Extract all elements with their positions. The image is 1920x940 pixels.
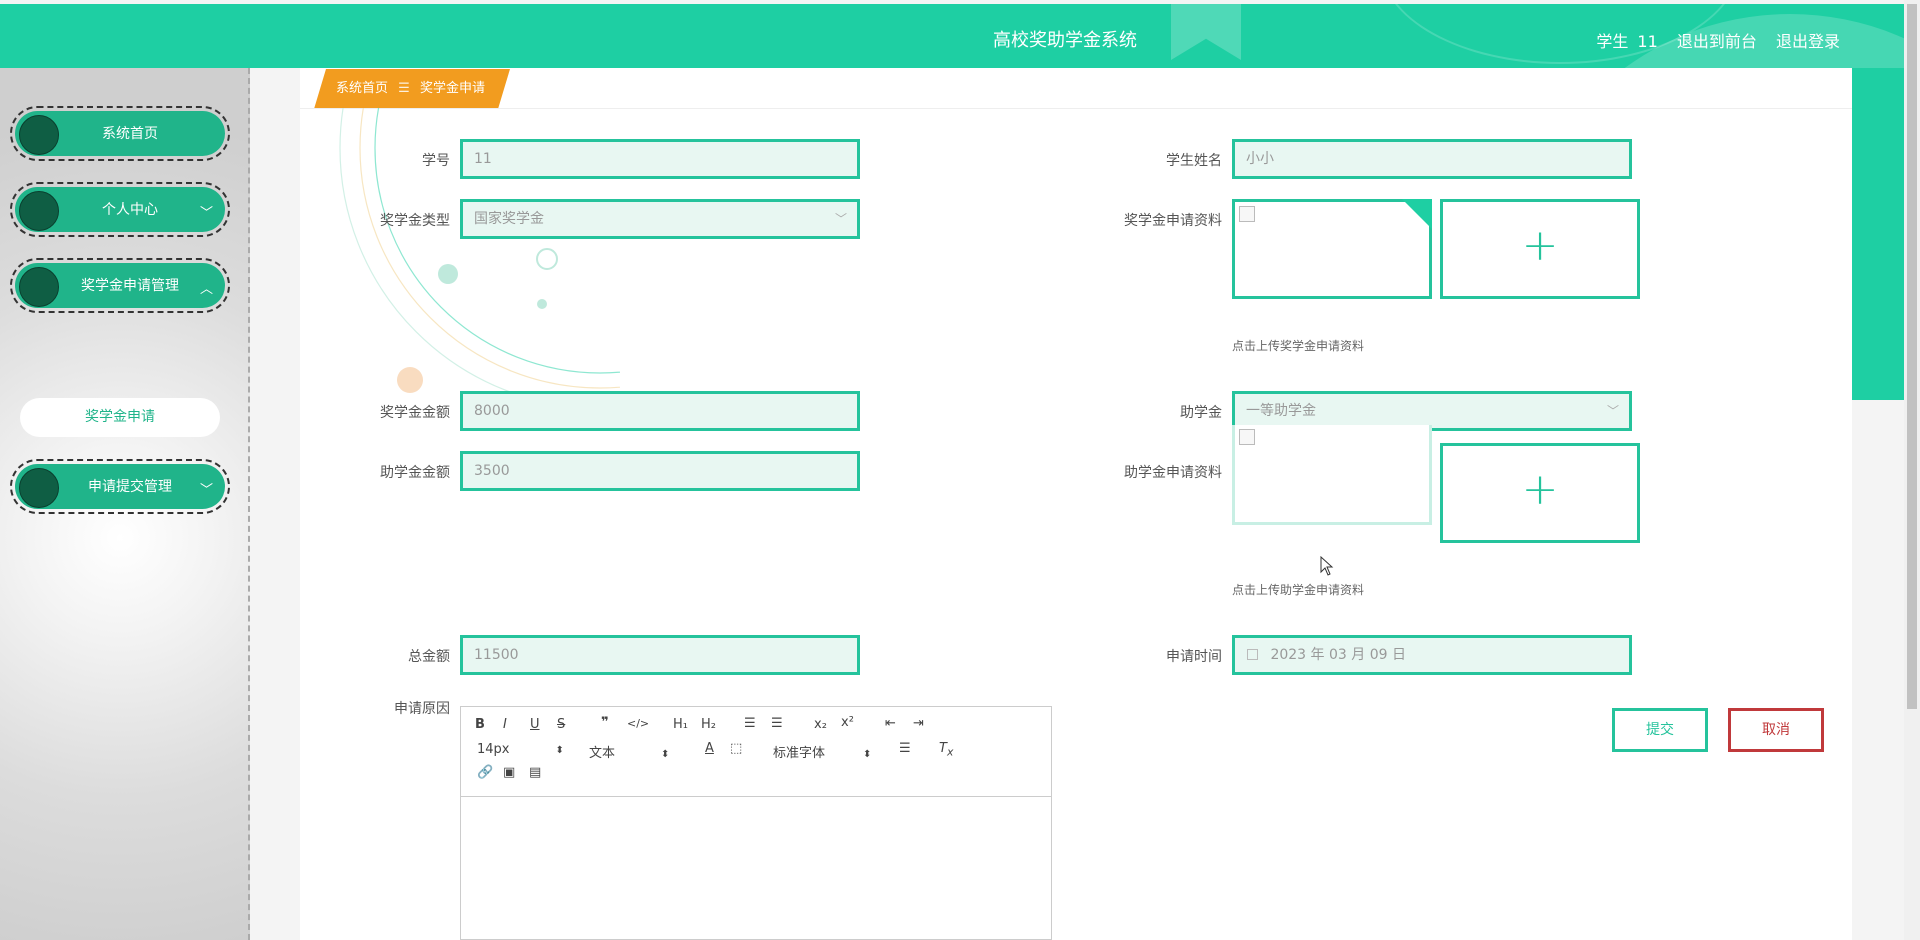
outdent-icon[interactable]: ⇤ [885,716,896,731]
grant-amount-label: 助学金金额 [380,465,450,481]
cancel-button[interactable]: 取消 [1728,708,1824,752]
font-size-value: 14px [477,742,510,757]
total-amount-field[interactable]: 11500 [460,635,860,675]
user-label: 学生 11 [1596,32,1658,51]
plus-icon: + [1521,220,1559,271]
font-size-select[interactable]: 14px ⬍ [477,742,564,757]
scholarship-material-upload-button[interactable]: + [1440,199,1640,299]
video-icon[interactable]: ▤ [529,765,541,780]
broken-image-icon [1239,206,1255,222]
editor-toolbar: B I U S ❞ </> H₁ H₂ ☰ ☰ x₂ x² ⇤ ⇥ 14px ⬍ … [461,707,1051,797]
superscript-icon[interactable]: x² [841,715,854,730]
student-name-field[interactable]: 小小 [1232,139,1632,179]
image-icon[interactable]: ▣ [503,765,515,780]
sidebar-item-profile[interactable]: 个人中心 ﹀ [10,182,230,237]
bullet-list-icon[interactable]: ☰ [771,716,783,731]
submit-button[interactable]: 提交 [1612,708,1708,752]
grant-value: 一等助学金 [1246,403,1316,419]
italic-icon[interactable]: I [503,717,507,732]
menu-dot-icon [19,468,59,508]
sidebar-item-home[interactable]: 系统首页 [10,106,230,161]
mouse-cursor-icon [1320,556,1334,576]
corner-badge [1402,199,1432,229]
breadcrumb-home[interactable]: 系统首页 [336,81,388,96]
blockquote-icon[interactable]: ❞ [601,715,609,730]
broken-image-icon [1239,429,1255,445]
reason-editor: B I U S ❞ </> H₁ H₂ ☰ ☰ x₂ x² ⇤ ⇥ 14px ⬍ … [460,706,1052,940]
reason-label: 申请原因 [394,701,450,717]
apply-time-value: 2023 年 03 月 09 日 [1270,647,1406,663]
scrollbar-thumb[interactable] [1907,4,1917,709]
student-id-field[interactable]: 11 [460,139,860,179]
grant-material-label: 助学金申请资料 [1124,465,1222,481]
scholarship-amount-label: 奖学金金额 [380,405,450,421]
editor-content-area[interactable] [461,797,1051,940]
sidebar-item-label: 个人中心 [102,202,158,218]
font-family-select[interactable]: 标准字体 ⬍ [773,742,871,761]
background-color-icon[interactable]: ⬚ [730,741,742,756]
scholarship-amount-field[interactable]: 8000 [460,391,860,431]
grant-amount-field[interactable]: 3500 [460,451,860,491]
scholarship-material-thumbnail[interactable] [1232,199,1432,299]
text-style-value: 文本 [589,746,616,761]
apply-time-label: 申请时间 [1166,649,1222,665]
scholarship-type-label: 奖学金类型 [380,213,450,229]
sidebar-item-label: 申请提交管理 [88,479,172,495]
page-scrollbar[interactable] [1904,0,1920,940]
breadcrumb: 系统首页 ☰ 奖学金申请 [314,69,510,109]
subscript-icon[interactable]: x₂ [814,717,827,732]
grant-material-upload-button[interactable]: + [1440,443,1640,543]
heading2-icon[interactable]: H₂ [701,717,716,732]
calendar-icon [1247,649,1258,660]
link-icon[interactable]: 🔗 [477,765,493,780]
chevron-down-icon: ﹀ [199,206,213,221]
apply-time-field[interactable]: 2023 年 03 月 09 日 [1232,635,1632,675]
scholarship-type-value: 国家奖学金 [474,211,544,227]
chevron-down-icon: ﹀ [1606,404,1619,418]
menu-dot-icon [19,267,59,307]
indent-icon[interactable]: ⇥ [913,716,924,731]
grant-label: 助学金 [1180,405,1222,421]
exit-to-front-link[interactable]: 退出到前台 [1677,32,1757,51]
align-icon[interactable]: ☰ [899,741,911,756]
chevron-down-icon: ﹀ [834,212,847,226]
grant-material-hint: 点击上传助学金申请资料 [1232,583,1365,597]
plus-icon: + [1521,464,1559,515]
sidebar-item-label: 奖学金申请管理 [81,278,179,294]
total-amount-label: 总金额 [408,649,450,665]
menu-icon: ☰ [398,81,410,96]
student-name-label: 学生姓名 [1166,153,1222,169]
text-style-select[interactable]: 文本 ⬍ [589,742,669,761]
scholarship-type-select[interactable]: 国家奖学金 ﹀ [460,199,860,239]
sidebar-item-scholarship-management[interactable]: 奖学金申请管理 ︿ [10,258,230,313]
logout-link[interactable]: 退出登录 [1776,32,1840,51]
ordered-list-icon[interactable]: ☰ [744,716,756,731]
underline-icon[interactable]: U [530,717,540,732]
strike-icon[interactable]: S [557,717,565,732]
sidebar-item-label: 系统首页 [102,126,158,142]
font-color-icon[interactable]: A [705,741,714,756]
sidebar-subitem-scholarship-apply[interactable]: 奖学金申请 [20,398,220,437]
student-id-label: 学号 [422,153,450,169]
sidebar-item-submission-management[interactable]: 申请提交管理 ﹀ [10,459,230,514]
menu-dot-icon [19,115,59,155]
user-area: 学生 11 退出到前台 退出登录 [1586,28,1840,52]
menu-dot-icon [19,191,59,231]
top-header: 高校奖助学金系统 学生 11 退出到前台 退出登录 [0,4,1904,68]
grant-material-thumbnail[interactable] [1232,425,1432,525]
sidebar: 系统首页 个人中心 ﹀ 奖学金申请管理 ︿ 奖学金申请 申请提交管理 ﹀ [0,68,250,940]
heading1-icon[interactable]: H₁ [673,717,688,732]
chevron-up-icon: ︿ [199,282,213,297]
scholarship-material-hint: 点击上传奖学金申请资料 [1232,339,1365,353]
bold-icon[interactable]: B [475,717,485,732]
scholarship-material-label: 奖学金申请资料 [1124,213,1222,229]
form-card: 系统首页 ☰ 奖学金申请 学号 11 奖学金类型 国家奖学金 ﹀ 奖学金金额 8… [300,68,1852,940]
chevron-down-icon: ﹀ [199,483,213,498]
breadcrumb-current: 奖学金申请 [419,81,485,96]
clear-format-icon[interactable]: Tx [939,741,953,759]
font-family-value: 标准字体 [773,746,826,761]
code-block-icon[interactable]: </> [627,717,649,730]
